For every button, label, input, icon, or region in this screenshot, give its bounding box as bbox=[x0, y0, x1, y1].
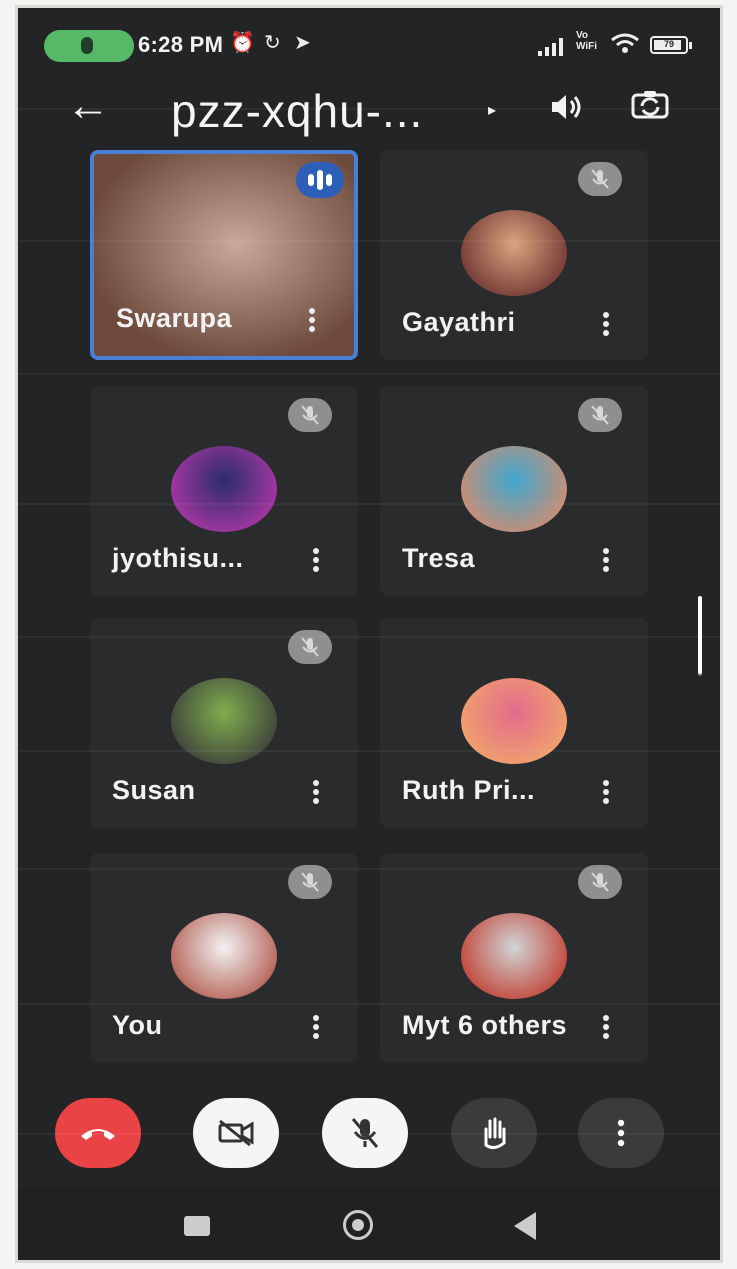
participant-tile[interactable]: Gayathri bbox=[380, 150, 648, 360]
participant-name: jyothisu... bbox=[112, 543, 244, 573]
participant-tile[interactable]: Myt 6 others bbox=[380, 853, 648, 1063]
recent-apps-button[interactable] bbox=[184, 1216, 210, 1236]
muted-mic-icon bbox=[288, 865, 332, 899]
chevron-right-icon[interactable]: ▸ bbox=[488, 100, 496, 120]
meeting-code-title[interactable]: pzz-xqhu-... bbox=[171, 86, 423, 136]
participant-name: You bbox=[112, 1010, 163, 1040]
participant-menu-icon[interactable] bbox=[602, 310, 610, 338]
participant-menu-icon[interactable] bbox=[312, 546, 320, 574]
participant-menu-icon[interactable] bbox=[602, 546, 610, 574]
participant-name: Tresa bbox=[402, 543, 476, 573]
participant-tile[interactable]: Tresa bbox=[380, 386, 648, 596]
alarm-icon: ⏰ bbox=[230, 32, 255, 54]
participant-avatar bbox=[461, 210, 567, 296]
participant-name: Gayathri bbox=[402, 307, 516, 337]
mic-in-use-indicator[interactable] bbox=[44, 30, 134, 62]
vowifi-label: Vo WiFi bbox=[576, 30, 598, 52]
participant-avatar bbox=[461, 913, 567, 999]
participant-tile[interactable]: Susan bbox=[90, 618, 358, 828]
scrollbar-thumb[interactable] bbox=[698, 596, 702, 674]
participant-menu-icon[interactable] bbox=[308, 306, 316, 334]
participant-menu-icon[interactable] bbox=[312, 778, 320, 806]
muted-mic-icon bbox=[578, 162, 622, 196]
participant-tile[interactable]: jyothisu... bbox=[90, 386, 358, 596]
participant-name: Myt 6 others bbox=[402, 1010, 568, 1040]
muted-mic-icon bbox=[288, 398, 332, 432]
muted-mic-icon bbox=[578, 865, 622, 899]
participant-tile[interactable]: Swarupa bbox=[90, 150, 358, 360]
telegram-icon: ➤ bbox=[294, 32, 311, 54]
participant-avatar bbox=[461, 446, 567, 532]
switch-camera-icon[interactable] bbox=[630, 88, 670, 122]
speaking-indicator-icon bbox=[296, 162, 344, 198]
status-bar: 6:28 PM ⏰ ↻ ➤ Vo WiFi 79 bbox=[18, 8, 720, 78]
participant-avatar bbox=[171, 913, 277, 999]
signal-strength-icon bbox=[538, 36, 568, 56]
meeting-header: ← pzz-xqhu-... ▸ bbox=[18, 78, 720, 148]
battery-level: 79 bbox=[663, 39, 674, 49]
participant-menu-icon[interactable] bbox=[602, 778, 610, 806]
participant-name: Ruth Pri... bbox=[402, 775, 535, 805]
back-arrow-icon[interactable]: ← bbox=[66, 84, 110, 128]
battery-icon: 79 bbox=[650, 36, 692, 54]
clock: 6:28 PM bbox=[138, 32, 224, 57]
participant-menu-icon[interactable] bbox=[312, 1013, 320, 1041]
participant-name: Swarupa bbox=[116, 303, 233, 333]
participant-avatar bbox=[171, 446, 277, 532]
home-button[interactable] bbox=[343, 1210, 373, 1240]
participant-menu-icon[interactable] bbox=[602, 1013, 610, 1041]
system-navigation-bar bbox=[18, 1188, 720, 1260]
participant-name: Susan bbox=[112, 775, 196, 805]
wifi-icon bbox=[610, 32, 640, 60]
system-back-button[interactable] bbox=[514, 1212, 536, 1240]
speaker-icon[interactable] bbox=[548, 90, 588, 132]
mic-indicator-icon bbox=[81, 37, 93, 54]
phone-screen: 6:28 PM ⏰ ↻ ➤ Vo WiFi 79 ← pzz-xqhu-... ▸… bbox=[18, 8, 720, 1260]
sync-icon: ↻ bbox=[264, 32, 281, 54]
participant-tile[interactable]: You bbox=[90, 853, 358, 1063]
participant-tile[interactable]: Ruth Pri... bbox=[380, 618, 648, 828]
muted-mic-icon bbox=[578, 398, 622, 432]
